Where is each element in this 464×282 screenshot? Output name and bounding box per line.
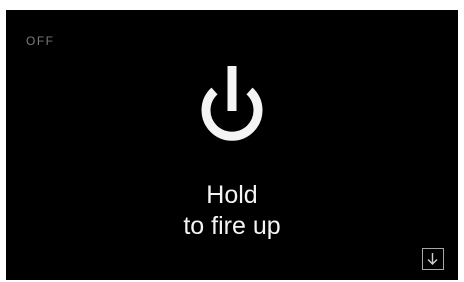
hold-prompt: Hold to fire up	[6, 180, 458, 242]
hold-prompt-line-2: to fire up	[183, 212, 281, 240]
scroll-down-button[interactable]	[422, 248, 444, 270]
arrow-down-icon	[427, 253, 438, 265]
power-button[interactable]	[192, 60, 272, 146]
device-screen: OFF Hold to fire up	[6, 10, 458, 280]
power-status-label: OFF	[26, 34, 55, 48]
power-icon	[201, 66, 263, 141]
hold-prompt-line-1: Hold	[206, 181, 258, 209]
